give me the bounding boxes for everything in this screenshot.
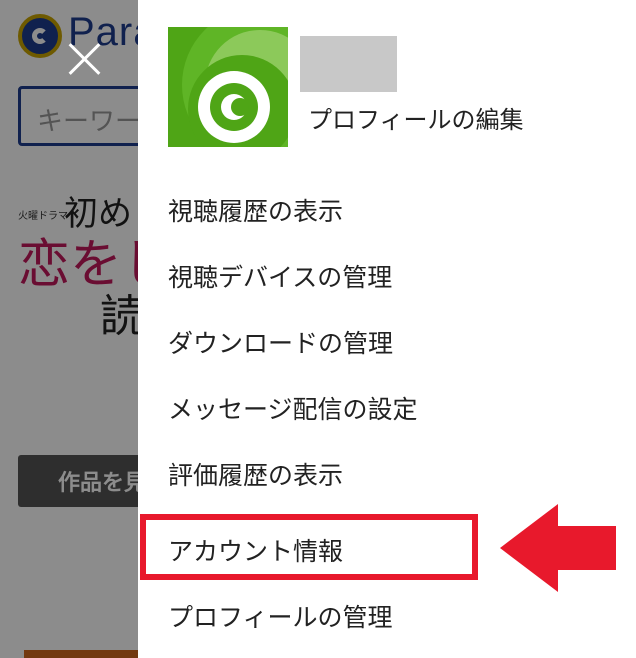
left-arrow-icon — [500, 504, 616, 592]
menu-item-watch-history[interactable]: 視聴履歴の表示 — [168, 192, 343, 228]
menu-item-profile-management[interactable]: プロフィールの管理 — [168, 598, 393, 634]
profile-edit-link[interactable]: プロフィールの編集 — [308, 100, 524, 135]
paravi-avatar-icon[interactable] — [168, 27, 288, 147]
highlight-box — [140, 514, 478, 580]
menu-item-device-management[interactable]: 視聴デバイスの管理 — [168, 258, 392, 294]
menu-item-rating-history[interactable]: 評価履歴の表示 — [168, 456, 343, 492]
close-icon[interactable] — [64, 38, 104, 78]
menu-item-download-management[interactable]: ダウンロードの管理 — [168, 324, 393, 360]
menu-item-message-settings[interactable]: メッセージ配信の設定 — [168, 390, 418, 426]
username-placeholder — [300, 36, 397, 92]
